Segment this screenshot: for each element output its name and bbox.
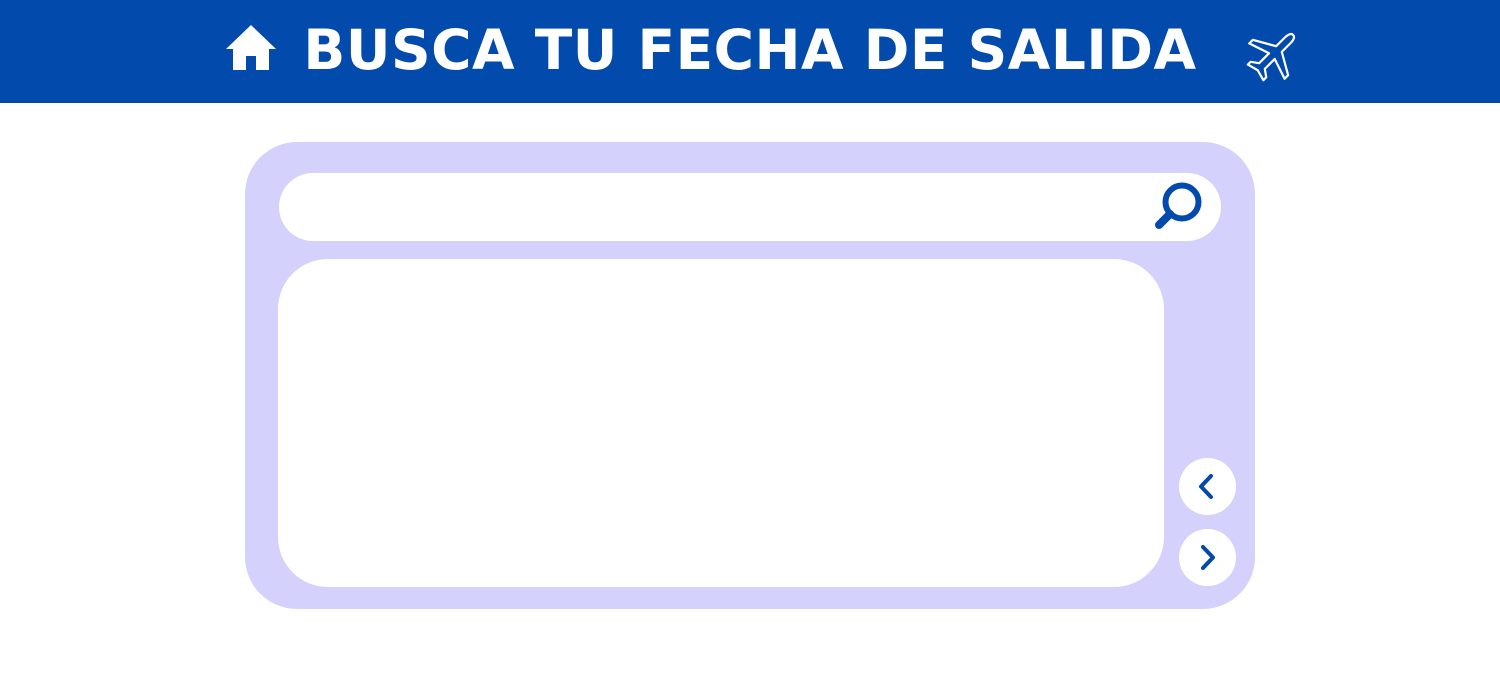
search-panel (245, 142, 1255, 609)
results-list (278, 259, 1164, 587)
chevron-left-icon (1199, 474, 1213, 499)
search-button[interactable] (1149, 178, 1207, 236)
search-input[interactable] (309, 173, 1133, 243)
next-page-button[interactable] (1179, 529, 1236, 586)
airplane-icon (1246, 32, 1296, 82)
search-bar (279, 173, 1221, 243)
previous-page-button[interactable] (1179, 458, 1236, 515)
top-bar: BUSCA TU FECHA DE SALIDA (0, 0, 1500, 103)
chevron-right-icon (1201, 545, 1215, 570)
search-icon (1155, 182, 1202, 229)
